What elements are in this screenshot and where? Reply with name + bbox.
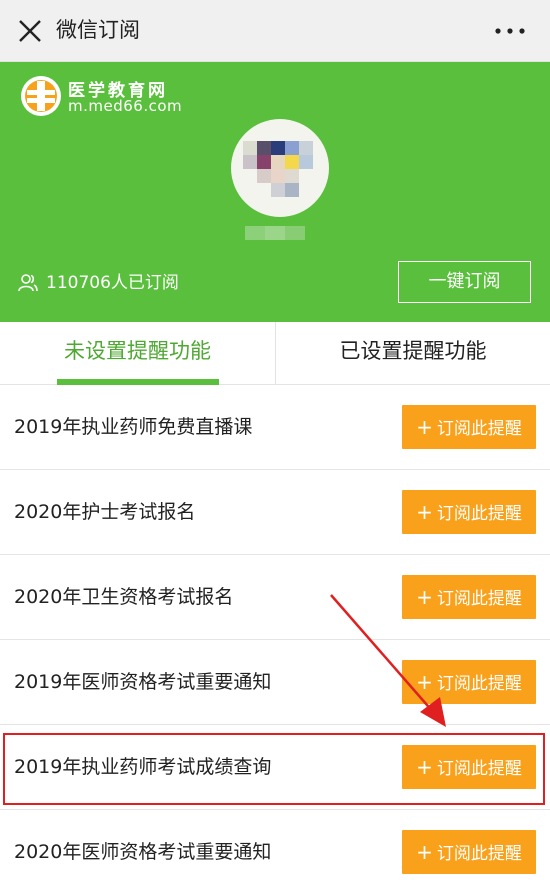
subscribe-reminder-button[interactable]: + 订阅此提醒 bbox=[402, 490, 536, 534]
plus-icon: + bbox=[416, 840, 433, 864]
subscriber-count-text: 110706人已订阅 bbox=[46, 273, 179, 293]
list-item: 2019年执业药师免费直播课 + 订阅此提醒 bbox=[0, 385, 550, 470]
more-icon bbox=[495, 28, 525, 34]
tab-set[interactable]: 已设置提醒功能 bbox=[275, 322, 550, 385]
account-name-blurred bbox=[245, 226, 305, 240]
close-icon bbox=[19, 20, 41, 42]
plus-icon: + bbox=[416, 755, 433, 779]
brand-logo: 医学教育网 m.med66.com bbox=[20, 75, 183, 119]
subscribe-reminder-label: 订阅此提醒 bbox=[436, 674, 522, 694]
medical-cross-logo-icon bbox=[21, 76, 61, 116]
subscribe-reminder-label: 订阅此提醒 bbox=[436, 419, 522, 439]
close-button[interactable] bbox=[12, 13, 48, 49]
list-item: 2020年护士考试报名 + 订阅此提醒 bbox=[0, 470, 550, 555]
plus-icon: + bbox=[416, 670, 433, 694]
users-icon bbox=[18, 274, 38, 292]
reminder-title: 2020年护士考试报名 bbox=[14, 501, 196, 523]
subscribe-reminder-button[interactable]: + 订阅此提醒 bbox=[402, 745, 536, 789]
plus-icon: + bbox=[416, 585, 433, 609]
list-item: 2019年医师资格考试重要通知 + 订阅此提醒 bbox=[0, 640, 550, 725]
more-button[interactable] bbox=[490, 15, 530, 47]
account-banner: 医学教育网 m.med66.com 110706人已订阅 一键订阅 bbox=[0, 62, 550, 322]
subscribe-reminder-label: 订阅此提醒 bbox=[436, 759, 522, 779]
list-item: 2019年执业药师考试成绩查询 + 订阅此提醒 bbox=[0, 725, 550, 810]
list-item: 2020年卫生资格考试报名 + 订阅此提醒 bbox=[0, 555, 550, 640]
reminder-title: 2019年执业药师考试成绩查询 bbox=[14, 756, 272, 778]
reminder-title: 2020年卫生资格考试报名 bbox=[14, 586, 234, 608]
account-avatar bbox=[231, 119, 329, 217]
subscribe-reminder-button[interactable]: + 订阅此提醒 bbox=[402, 405, 536, 449]
subscribe-all-button[interactable]: 一键订阅 bbox=[398, 261, 531, 303]
subscribe-reminder-label: 订阅此提醒 bbox=[436, 844, 522, 864]
plus-icon: + bbox=[416, 415, 433, 439]
subscribe-reminder-label: 订阅此提醒 bbox=[436, 504, 522, 524]
list-item: 2020年医师资格考试重要通知 + 订阅此提醒 bbox=[0, 810, 550, 895]
subscribe-reminder-button[interactable]: + 订阅此提醒 bbox=[402, 575, 536, 619]
reminder-title: 2020年医师资格考试重要通知 bbox=[14, 841, 272, 863]
plus-icon: + bbox=[416, 500, 433, 524]
page-title: 微信订阅 bbox=[56, 18, 140, 42]
subscribe-reminder-label: 订阅此提醒 bbox=[436, 589, 522, 609]
tab-not-set[interactable]: 未设置提醒功能 bbox=[0, 322, 275, 385]
logo-url: m.med66.com bbox=[68, 97, 183, 115]
reminder-title: 2019年执业药师免费直播课 bbox=[14, 416, 253, 438]
subscribe-reminder-button[interactable]: + 订阅此提醒 bbox=[402, 660, 536, 704]
title-bar: 微信订阅 bbox=[0, 0, 550, 62]
tab-bar: 未设置提醒功能 已设置提醒功能 bbox=[0, 322, 550, 385]
subscribe-reminder-button[interactable]: + 订阅此提醒 bbox=[402, 830, 536, 874]
reminder-title: 2019年医师资格考试重要通知 bbox=[14, 671, 272, 693]
